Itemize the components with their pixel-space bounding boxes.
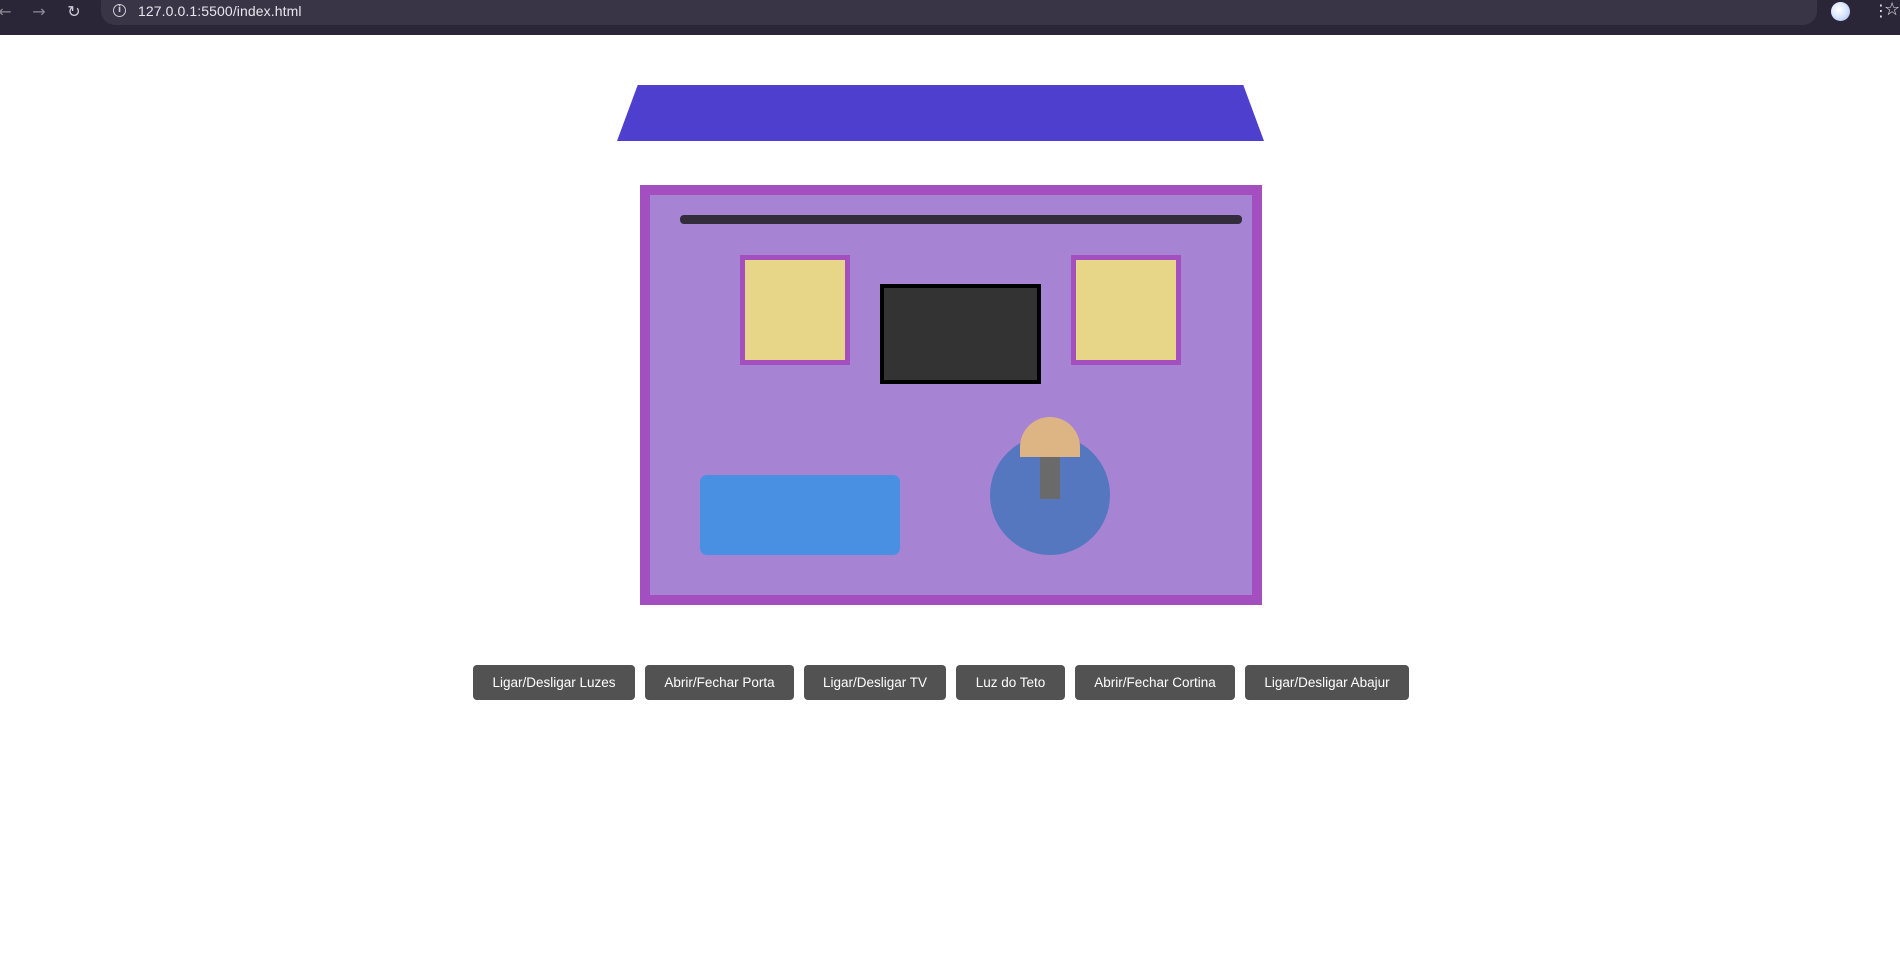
- curtain-rod: [680, 215, 1242, 224]
- toggle-lights-button[interactable]: Ligar/Desligar Luzes: [473, 665, 635, 700]
- kebab-menu-icon[interactable]: ⋮: [1873, 0, 1889, 22]
- ceiling-light-button[interactable]: Luz do Teto: [956, 665, 1065, 700]
- back-arrow-icon[interactable]: ←: [0, 0, 18, 23]
- controls-bar: Ligar/Desligar Luzes Abrir/Fechar Porta …: [0, 665, 1900, 701]
- lamp-stem: [1040, 457, 1060, 499]
- house-roof: [617, 85, 1264, 141]
- door: [700, 475, 900, 555]
- room: [640, 185, 1262, 605]
- url-text[interactable]: 127.0.0.1:5500/index.html: [138, 3, 302, 19]
- tv-screen: [880, 284, 1041, 384]
- address-bar[interactable]: i 127.0.0.1:5500/index.html ☆: [101, 0, 1900, 25]
- forward-arrow-icon[interactable]: →: [26, 0, 52, 23]
- toggle-lamp-button[interactable]: Ligar/Desligar Abajur: [1245, 665, 1409, 700]
- browser-toolbar: ← → ↻ i 127.0.0.1:5500/index.html ☆ ⋮: [0, 0, 1900, 35]
- info-icon[interactable]: i: [113, 4, 126, 17]
- window-left: [740, 255, 850, 365]
- toggle-tv-button[interactable]: Ligar/Desligar TV: [804, 665, 946, 700]
- lamp-shade: [1020, 417, 1080, 457]
- profile-avatar[interactable]: [1831, 2, 1850, 21]
- toggle-curtain-button[interactable]: Abrir/Fechar Cortina: [1075, 665, 1235, 700]
- window-right: [1071, 255, 1181, 365]
- reload-icon[interactable]: ↻: [61, 0, 87, 23]
- toggle-door-button[interactable]: Abrir/Fechar Porta: [645, 665, 794, 700]
